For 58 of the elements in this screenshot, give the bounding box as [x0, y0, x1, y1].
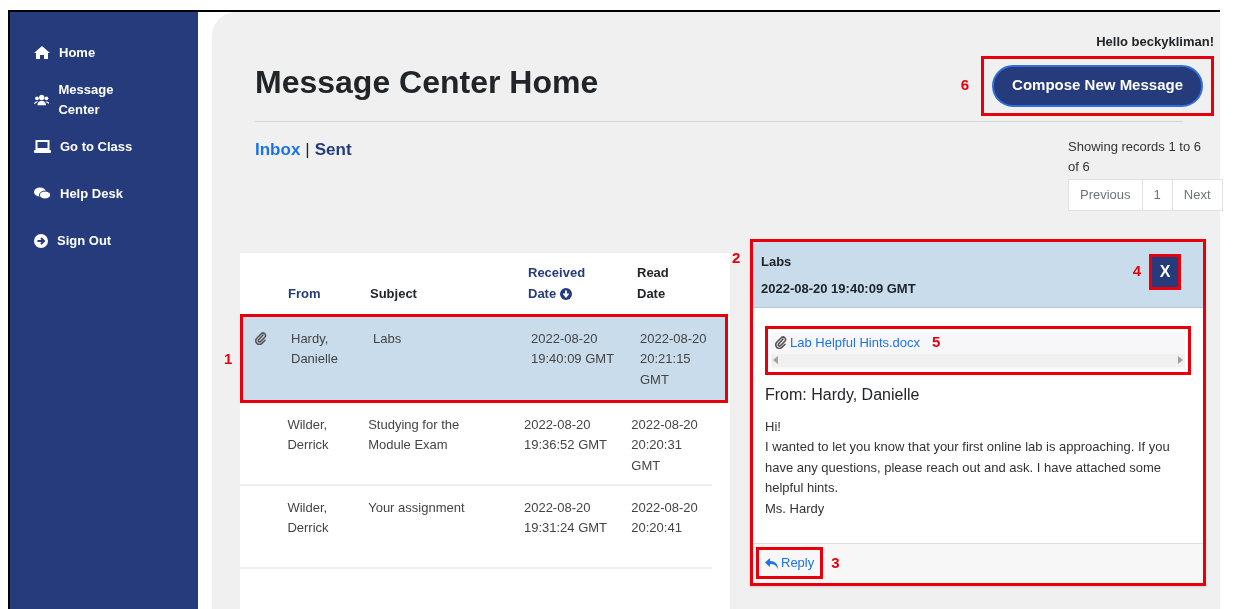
sender-name: From: Hardy, Danielle — [765, 384, 921, 405]
sort-down-icon — [559, 288, 572, 301]
callout-number: 6 — [960, 75, 970, 96]
greeting-text: Hello beckykliman! — [1096, 33, 1214, 51]
reply-link[interactable]: Reply — [765, 553, 815, 573]
table-cell-text: 2022-08-20 19:31:24 GMT — [523, 498, 609, 537]
pagination-button[interactable]: Next — [1172, 178, 1223, 211]
message-body-text: Ms. Hardy — [765, 499, 826, 518]
column-header[interactable]: From — [288, 282, 370, 304]
folder-tab[interactable]: Sent — [314, 136, 352, 211]
column-header: Read Date — [637, 263, 670, 303]
scroll-right-icon[interactable] — [1178, 356, 1183, 364]
message-subject: Labs — [761, 252, 793, 271]
page-title: Message Center Home — [255, 63, 599, 102]
sidebar-item[interactable]: Sign Out — [34, 218, 144, 263]
callout-number: 3 — [831, 552, 840, 573]
close-button[interactable]: X — [1152, 256, 1178, 287]
laptop-icon — [34, 140, 51, 153]
scroll-left-icon[interactable] — [773, 356, 778, 364]
table-cell-text: Wilder, Derrick — [287, 498, 330, 537]
table-cell-text: Labs — [373, 329, 403, 348]
sidebar-item[interactable]: Message Center — [34, 77, 144, 122]
message-body-text: Hi! — [765, 417, 782, 436]
paperclip-icon — [775, 336, 787, 349]
table-cell-text: Wilder, Derrick — [287, 415, 330, 454]
callout-number: 4 — [1132, 261, 1141, 282]
message-body-text: I wanted to let you know that your first online lab is approaching. If you have any questions, please reach out and ask. I have attached some helpful hints. — [765, 438, 1171, 497]
callout-number: 1 — [224, 348, 233, 369]
arrow-circle-icon — [34, 233, 48, 248]
table-cell-text: 2022-08-20 20:21:15 GMT — [640, 329, 708, 389]
message-date: 2022-08-20 19:40:09 GMT — [761, 280, 916, 298]
users-icon — [34, 93, 50, 106]
reply-icon — [765, 557, 778, 569]
table-cell-text: 2022-08-20 19:40:09 GMT — [531, 329, 616, 368]
message-row[interactable]: Hardy, Danielle Labs 2022-08-20 19:40:09 GMT 2022-08-20 20:21:15 GMT — [243, 316, 725, 400]
sidebar-item[interactable]: Go to Class — [34, 124, 144, 169]
attachment-link[interactable]: Lab Helpful Hints.docx — [775, 332, 921, 353]
callout-number: 2 — [732, 247, 741, 268]
compose-button[interactable]: Compose New Message — [992, 64, 1203, 107]
sidebar-item[interactable]: Help Desk — [34, 171, 144, 216]
table-cell-text: 2022-08-20 19:36:52 GMT — [523, 415, 609, 454]
chat-icon — [34, 187, 51, 200]
table-cell-text: 2022-08-20 20:20:41 — [631, 498, 699, 537]
paperclip-icon — [255, 331, 267, 345]
column-header[interactable]: Received Date — [528, 261, 637, 304]
pagination-button[interactable]: Previous — [1068, 178, 1143, 211]
column-header: Subject — [370, 284, 418, 303]
separator-text: | — [305, 138, 310, 161]
callout-number: 5 — [932, 332, 941, 353]
table-cell-text: Your assignment — [368, 498, 466, 517]
table-cell-text: Studying for the Module Exam — [368, 415, 461, 454]
sidebar-item[interactable]: Home — [34, 30, 144, 75]
table-cell-text: Hardy, Danielle — [291, 329, 339, 368]
records-info: Showing records 1 to 6 of 6 — [1068, 137, 1202, 176]
table-cell-text: 2022-08-20 20:20:31 GMT — [631, 415, 699, 475]
folder-tab[interactable]: Inbox — [255, 136, 301, 211]
pagination-button[interactable]: 1 — [1142, 178, 1173, 211]
home-icon — [34, 46, 50, 59]
